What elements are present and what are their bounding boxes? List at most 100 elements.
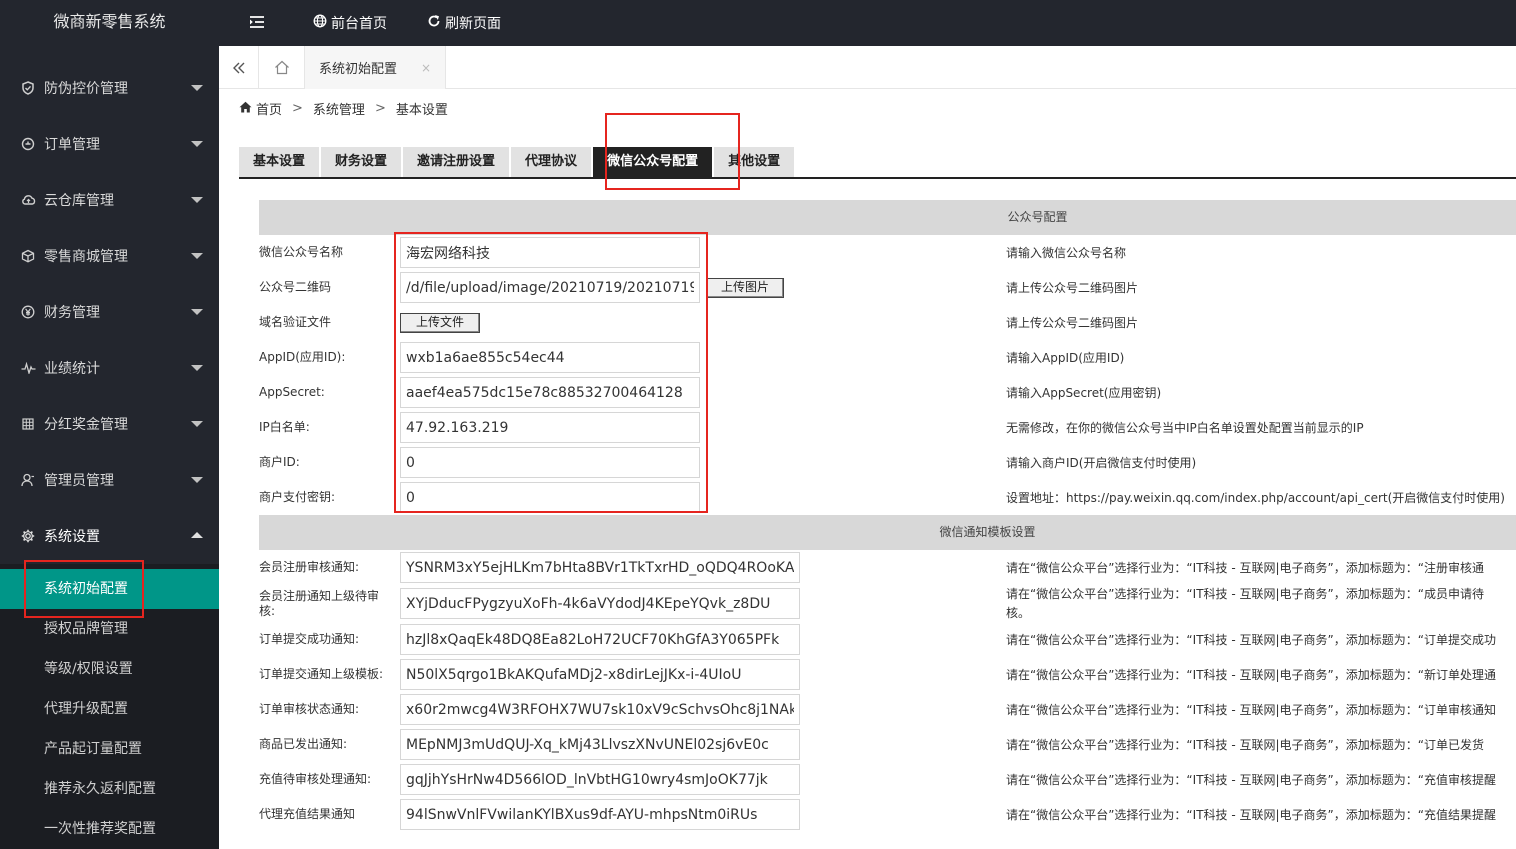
template-shipped-input[interactable] bbox=[400, 729, 800, 760]
home-icon bbox=[274, 60, 290, 75]
home-icon bbox=[239, 101, 252, 116]
page-tab-strip: 系统初始配置 × bbox=[219, 46, 1516, 89]
sidebar-item-label: 财务管理 bbox=[44, 302, 100, 322]
app-title: 微商新零售系统 bbox=[0, 0, 219, 46]
field-label: 域名验证文件 bbox=[259, 315, 400, 330]
appid-input[interactable] bbox=[400, 342, 700, 373]
field-hint: 请在“微信公众平台”选择行业为：“IT科技 - 互联网|电子商务”，添加标题为：… bbox=[1006, 736, 1484, 753]
form-row: 微信公众号名称 请输入微信公众号名称 bbox=[259, 235, 1516, 270]
tab-other-settings[interactable]: 其他设置 bbox=[714, 147, 794, 177]
settings-tabs: 基本设置 财务设置 邀请注册设置 代理协议 微信公众号配置 其他设置 bbox=[239, 147, 1516, 179]
sidebar-item-cloud-warehouse[interactable]: 云仓库管理 bbox=[0, 172, 219, 228]
tab-wechat-mp-config[interactable]: 微信公众号配置 bbox=[593, 147, 712, 177]
sidebar-nav: 防伪控价管理 订单管理 云仓库管理 零售商城管理 bbox=[0, 60, 219, 564]
qrcode-path-input[interactable] bbox=[400, 272, 700, 303]
subnav-item-brand-auth[interactable]: 授权品牌管理 bbox=[0, 609, 219, 649]
template-recharge-result-input[interactable] bbox=[400, 799, 800, 830]
tab-finance-settings[interactable]: 财务设置 bbox=[321, 147, 401, 177]
form-row: AppID(应用ID): 请输入AppID(应用ID) bbox=[259, 340, 1516, 375]
tab-system-init-config[interactable]: 系统初始配置 × bbox=[305, 46, 446, 89]
field-label: AppSecret: bbox=[259, 385, 400, 400]
yen-icon bbox=[20, 304, 36, 320]
chevron-down-icon bbox=[191, 85, 203, 91]
field-label: 商品已发出通知: bbox=[259, 737, 400, 752]
template-order-audit-input[interactable] bbox=[400, 694, 800, 725]
home-tab-button[interactable] bbox=[259, 46, 305, 89]
sidebar-item-anti-counterfeit[interactable]: 防伪控价管理 bbox=[0, 60, 219, 116]
sidebar-item-label: 业绩统计 bbox=[44, 358, 100, 378]
breadcrumb-separator: > bbox=[375, 101, 386, 116]
breadcrumb-home[interactable]: 首页 bbox=[256, 99, 282, 118]
template-register-audit-input[interactable] bbox=[400, 552, 800, 583]
chevron-down-icon bbox=[191, 365, 203, 371]
chevron-up-icon bbox=[191, 532, 203, 538]
template-order-success-input[interactable] bbox=[400, 624, 800, 655]
field-label: 代理充值结果通知 bbox=[259, 807, 400, 822]
grid-icon bbox=[20, 416, 36, 432]
upload-image-button[interactable]: 上传图片 bbox=[706, 278, 784, 298]
sidebar-item-label: 订单管理 bbox=[44, 134, 100, 154]
frontend-home-button[interactable]: 前台首页 bbox=[293, 0, 407, 46]
cloud-icon bbox=[20, 192, 36, 208]
subnav-item-one-time-referral[interactable]: 一次性推荐奖配置 bbox=[0, 809, 219, 849]
subnav-item-agent-upgrade[interactable]: 代理升级配置 bbox=[0, 689, 219, 729]
sidebar-item-admins[interactable]: 管理员管理 bbox=[0, 452, 219, 508]
tab-scroll-left-button[interactable] bbox=[219, 46, 259, 89]
subnav-item-permanent-rebate[interactable]: 推荐永久返利配置 bbox=[0, 769, 219, 809]
field-label: AppID(应用ID): bbox=[259, 350, 400, 365]
sidebar-item-performance[interactable]: 业绩统计 bbox=[0, 340, 219, 396]
refresh-page-button[interactable]: 刷新页面 bbox=[407, 0, 521, 46]
tab-invite-register-settings[interactable]: 邀请注册设置 bbox=[403, 147, 509, 177]
mp-name-input[interactable] bbox=[400, 237, 700, 268]
tab-agent-agreement[interactable]: 代理协议 bbox=[511, 147, 591, 177]
menu-toggle-button[interactable] bbox=[219, 0, 293, 46]
chevron-down-icon bbox=[191, 253, 203, 259]
field-hint: 设置地址：https://pay.weixin.qq.com/index.php… bbox=[1006, 489, 1505, 506]
form-row: 域名验证文件 上传文件 请上传公众号二维码图片 bbox=[259, 305, 1516, 340]
section-header-template-config: 微信通知模板设置 bbox=[259, 515, 1516, 550]
merchant-id-input[interactable] bbox=[400, 447, 700, 478]
merchant-key-input[interactable] bbox=[400, 482, 700, 513]
tab-basic-settings[interactable]: 基本设置 bbox=[239, 147, 319, 177]
sidebar-item-system-settings[interactable]: 系统设置 bbox=[0, 508, 219, 564]
template-register-notify-parent-input[interactable] bbox=[400, 588, 800, 619]
field-label: 商户支付密钥: bbox=[259, 490, 400, 505]
form-row: 会员注册通知上级待审核: 请在“微信公众平台”选择行业为：“IT科技 - 互联网… bbox=[259, 585, 1516, 622]
frontend-home-label: 前台首页 bbox=[331, 13, 387, 33]
sidebar-item-dividend[interactable]: 分红奖金管理 bbox=[0, 396, 219, 452]
field-hint: 请上传公众号二维码图片 bbox=[1006, 314, 1138, 331]
field-hint: 请输入AppSecret(应用密钥) bbox=[1006, 384, 1161, 401]
chevron-down-icon bbox=[191, 197, 203, 203]
field-hint: 请在“微信公众平台”选择行业为：“IT科技 - 互联网|电子商务”，添加标题为：… bbox=[1006, 806, 1496, 823]
form-row: 订单提交成功通知: 请在“微信公众平台”选择行业为：“IT科技 - 互联网|电子… bbox=[259, 622, 1516, 657]
field-label: 充值待审核处理通知: bbox=[259, 772, 400, 787]
subnav-item-level-permission[interactable]: 等级/权限设置 bbox=[0, 649, 219, 689]
form-row: 订单提交通知上级模板: 请在“微信公众平台”选择行业为：“IT科技 - 互联网|… bbox=[259, 657, 1516, 692]
form-row: 充值待审核处理通知: 请在“微信公众平台”选择行业为：“IT科技 - 互联网|电… bbox=[259, 762, 1516, 797]
upload-file-button[interactable]: 上传文件 bbox=[400, 313, 480, 333]
breadcrumb: 首页 > 系统管理 > 基本设置 bbox=[239, 99, 448, 118]
form-row: 商品已发出通知: 请在“微信公众平台”选择行业为：“IT科技 - 互联网|电子商… bbox=[259, 727, 1516, 762]
field-label: 公众号二维码 bbox=[259, 280, 400, 295]
field-label: 订单提交成功通知: bbox=[259, 632, 400, 647]
sidebar-item-retail-mall[interactable]: 零售商城管理 bbox=[0, 228, 219, 284]
field-label: 微信公众号名称 bbox=[259, 245, 400, 260]
ip-whitelist-input[interactable] bbox=[400, 412, 700, 443]
sidebar-item-label: 云仓库管理 bbox=[44, 190, 114, 210]
subnav-item-system-init-config[interactable]: 系统初始配置 bbox=[0, 569, 219, 609]
field-hint: 请在“微信公众平台”选择行业为：“IT科技 - 互联网|电子商务”，添加标题为：… bbox=[1006, 559, 1484, 576]
appsecret-input[interactable] bbox=[400, 377, 700, 408]
sidebar-item-orders[interactable]: 订单管理 bbox=[0, 116, 219, 172]
subnav-item-min-order[interactable]: 产品起订量配置 bbox=[0, 729, 219, 769]
refresh-icon bbox=[427, 14, 441, 32]
config-form: 公众号配置 微信公众号名称 请输入微信公众号名称 公众号二维码 上传图片 请上传… bbox=[259, 200, 1516, 832]
template-order-notify-parent-input[interactable] bbox=[400, 659, 800, 690]
chevron-down-icon bbox=[191, 477, 203, 483]
close-icon[interactable]: × bbox=[421, 61, 431, 75]
top-bar: 前台首页 刷新页面 bbox=[219, 0, 1516, 46]
breadcrumb-system[interactable]: 系统管理 bbox=[313, 99, 365, 118]
form-row: AppSecret: 请输入AppSecret(应用密钥) bbox=[259, 375, 1516, 410]
sidebar-item-finance[interactable]: 财务管理 bbox=[0, 284, 219, 340]
gear-icon bbox=[20, 528, 36, 544]
template-recharge-pending-input[interactable] bbox=[400, 764, 800, 795]
